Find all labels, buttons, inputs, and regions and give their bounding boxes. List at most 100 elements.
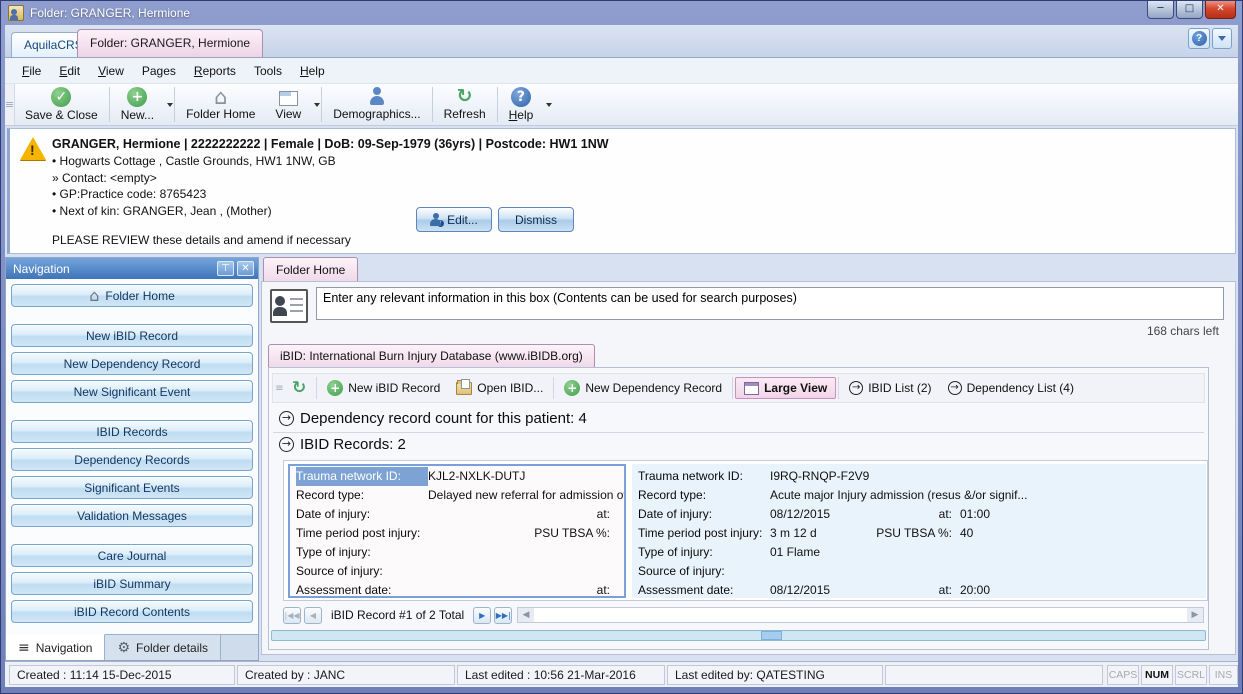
window-title: Folder: GRANGER, Hermione [30, 6, 190, 20]
tab-folder[interactable]: Folder: GRANGER, Hermione [77, 29, 263, 57]
sidebar-item-new-dependency-record[interactable]: New Dependency Record [11, 352, 253, 375]
help-circle-icon: ? [511, 87, 531, 107]
person-info-icon: i [430, 213, 442, 226]
record-field-row: Source of injury: [290, 562, 624, 581]
title-bar: Folder: GRANGER, Hermione ─ □ ✕ [1, 1, 1242, 25]
close-icon[interactable]: ✕ [237, 261, 254, 276]
scrollbar-thumb[interactable] [761, 631, 782, 640]
close-button[interactable]: ✕ [1205, 1, 1236, 19]
dependency-list-button[interactable]: → Dependency List (4) [940, 378, 1082, 398]
record-field-row: Time period post injury: 3 m 12 d PSU TB… [632, 524, 1206, 543]
field-subvalue [618, 505, 624, 524]
first-record-button[interactable]: |◀◀ [283, 607, 301, 624]
help-button[interactable]: ? Help [499, 84, 553, 125]
dropdown-arrow-icon [546, 103, 552, 107]
app-window: Folder: GRANGER, Hermione ─ □ ✕ AquilaCR… [0, 0, 1243, 694]
sidebar-item-new-significant-event[interactable]: New Significant Event [11, 380, 253, 403]
toolbar-grip[interactable]: ≡ [5, 84, 15, 125]
record-cards-container: Trauma network ID: KJL2-NXLK-DUTJ Record… [283, 460, 1208, 601]
ibid-records-heading: → IBID Records: 2 [279, 436, 406, 453]
chevron-down-icon[interactable] [1212, 28, 1232, 49]
dismiss-button[interactable]: Dismiss [498, 207, 574, 232]
sidebar-item-validation-messages[interactable]: Validation Messages [11, 504, 253, 527]
circle-arrow-icon: → [948, 381, 962, 395]
dropdown-arrow-icon [167, 103, 173, 107]
tab-navigation[interactable]: ≡ Navigation [6, 634, 105, 660]
plus-circle-icon: + [564, 380, 580, 396]
menu-reports[interactable]: Reports [185, 61, 245, 81]
navigation-panel-title: Navigation [13, 262, 214, 276]
ibid-list-button[interactable]: → IBID List (2) [841, 378, 939, 398]
scroll-right-icon[interactable]: ▶ [1187, 608, 1203, 622]
edit-button[interactable]: i Edit... [416, 207, 492, 232]
tab-folder-details[interactable]: ⚙ Folder details [105, 635, 221, 660]
ins-indicator: INS [1209, 665, 1238, 685]
menu-pages[interactable]: Pages [133, 61, 185, 81]
inner-horizontal-scrollbar[interactable]: ◀ ▶ [517, 607, 1204, 623]
field-label: Type of injury: [296, 543, 428, 562]
last-record-button[interactable]: ▶▶| [494, 607, 512, 624]
menu-view[interactable]: View [89, 61, 133, 81]
status-last-edited-by: Last edited by: QATESTING [667, 665, 883, 685]
record-card[interactable]: Trauma network ID: I9RQ-RNQP-F2V9 Record… [632, 464, 1206, 598]
sidebar-item-ibid-summary[interactable]: iBID Summary [11, 572, 253, 595]
view-button[interactable]: View [265, 84, 320, 125]
large-view-button[interactable]: Large View [735, 377, 836, 399]
field-label: Time period post injury: [296, 524, 428, 543]
folder-home-button[interactable]: ⌂ Folder Home [176, 84, 265, 125]
num-indicator: NUM [1141, 665, 1173, 685]
sidebar-item-significant-events[interactable]: Significant Events [11, 476, 253, 499]
refresh-button[interactable]: ↻ Refresh [434, 84, 496, 125]
field-value: Delayed new referral for admission of no… [428, 486, 624, 505]
save-close-button[interactable]: ✓ Save & Close [15, 84, 108, 125]
maximize-button[interactable]: □ [1176, 1, 1203, 19]
sidebar-item-folder-home[interactable]: ⌂ Folder Home [11, 284, 253, 307]
tab-folder-home[interactable]: Folder Home [263, 257, 358, 282]
field-value [428, 524, 523, 543]
record-field-row: Date of injury: at: [290, 505, 624, 524]
plus-circle-icon: + [127, 87, 147, 107]
next-record-button[interactable]: ▶ [473, 607, 491, 624]
ibid-refresh-button[interactable]: ↻ [284, 375, 314, 401]
notes-input[interactable]: Enter any relevant information in this b… [316, 287, 1224, 320]
help-button-small[interactable]: ? [1188, 28, 1210, 49]
previous-record-button[interactable]: ◀ [304, 607, 322, 624]
person-icon [368, 87, 386, 106]
menu-edit[interactable]: Edit [50, 61, 89, 81]
new-button[interactable]: + New... [111, 84, 173, 125]
sidebar-item-ibid-record-contents[interactable]: iBID Record Contents [11, 600, 253, 623]
new-ibid-record-button[interactable]: + New iBID Record [319, 377, 448, 399]
record-field-row: Record type: Delayed new referral for ad… [290, 486, 624, 505]
outer-horizontal-scrollbar[interactable] [271, 630, 1206, 641]
menu-tools[interactable]: Tools [245, 61, 291, 81]
demographics-button[interactable]: Demographics... [323, 84, 430, 125]
tab-ibid-database[interactable]: iBID: International Burn Injury Database… [268, 344, 595, 368]
pin-icon[interactable]: ⊤ [217, 261, 234, 276]
warning-icon [20, 137, 46, 160]
main-content: Folder Home Enter any relevant informati… [261, 257, 1238, 661]
scrl-indicator: SCRL [1175, 665, 1207, 685]
circle-arrow-icon: → [849, 381, 863, 395]
field-sublabel: at: [523, 581, 618, 598]
sidebar-item-ibid-records[interactable]: IBID Records [11, 420, 253, 443]
new-dependency-record-button[interactable]: + New Dependency Record [556, 377, 730, 399]
sidebar-item-dependency-records[interactable]: Dependency Records [11, 448, 253, 471]
field-label: Trauma network ID: [296, 467, 428, 486]
toolbar-grip[interactable]: ≡ [275, 383, 284, 394]
banner-zone: GRANGER, Hermione | 2222222222 | Female … [5, 126, 1238, 257]
menu-help[interactable]: Help [291, 61, 334, 81]
navigation-panel: Navigation ⊤ ✕ ⌂ Folder Home New iBID Re… [5, 257, 259, 661]
minimize-button[interactable]: ─ [1147, 1, 1174, 19]
sidebar-item-care-journal[interactable]: Care Journal [11, 544, 253, 567]
ibid-toolbar: ≡ ↻ + New iBID Record Open IBID... [272, 373, 1205, 403]
menu-file[interactable]: File [13, 61, 50, 81]
patient-address: • Hogwarts Cottage , Castle Grounds, HW1… [52, 154, 975, 168]
field-value: I9RQ-RNQP-F2V9 [770, 467, 1206, 486]
field-label: Assessment date: [638, 581, 770, 598]
record-card-selected[interactable]: Trauma network ID: KJL2-NXLK-DUTJ Record… [288, 464, 626, 598]
open-ibid-button[interactable]: Open IBID... [448, 378, 551, 398]
scroll-left-icon[interactable]: ◀ [518, 608, 534, 622]
sidebar-item-new-ibid-record[interactable]: New iBID Record [11, 324, 253, 347]
field-value: 08/12/2015 [770, 505, 865, 524]
client-area: AquilaCRS Folder: GRANGER, Hermione ? Fi… [5, 25, 1238, 687]
